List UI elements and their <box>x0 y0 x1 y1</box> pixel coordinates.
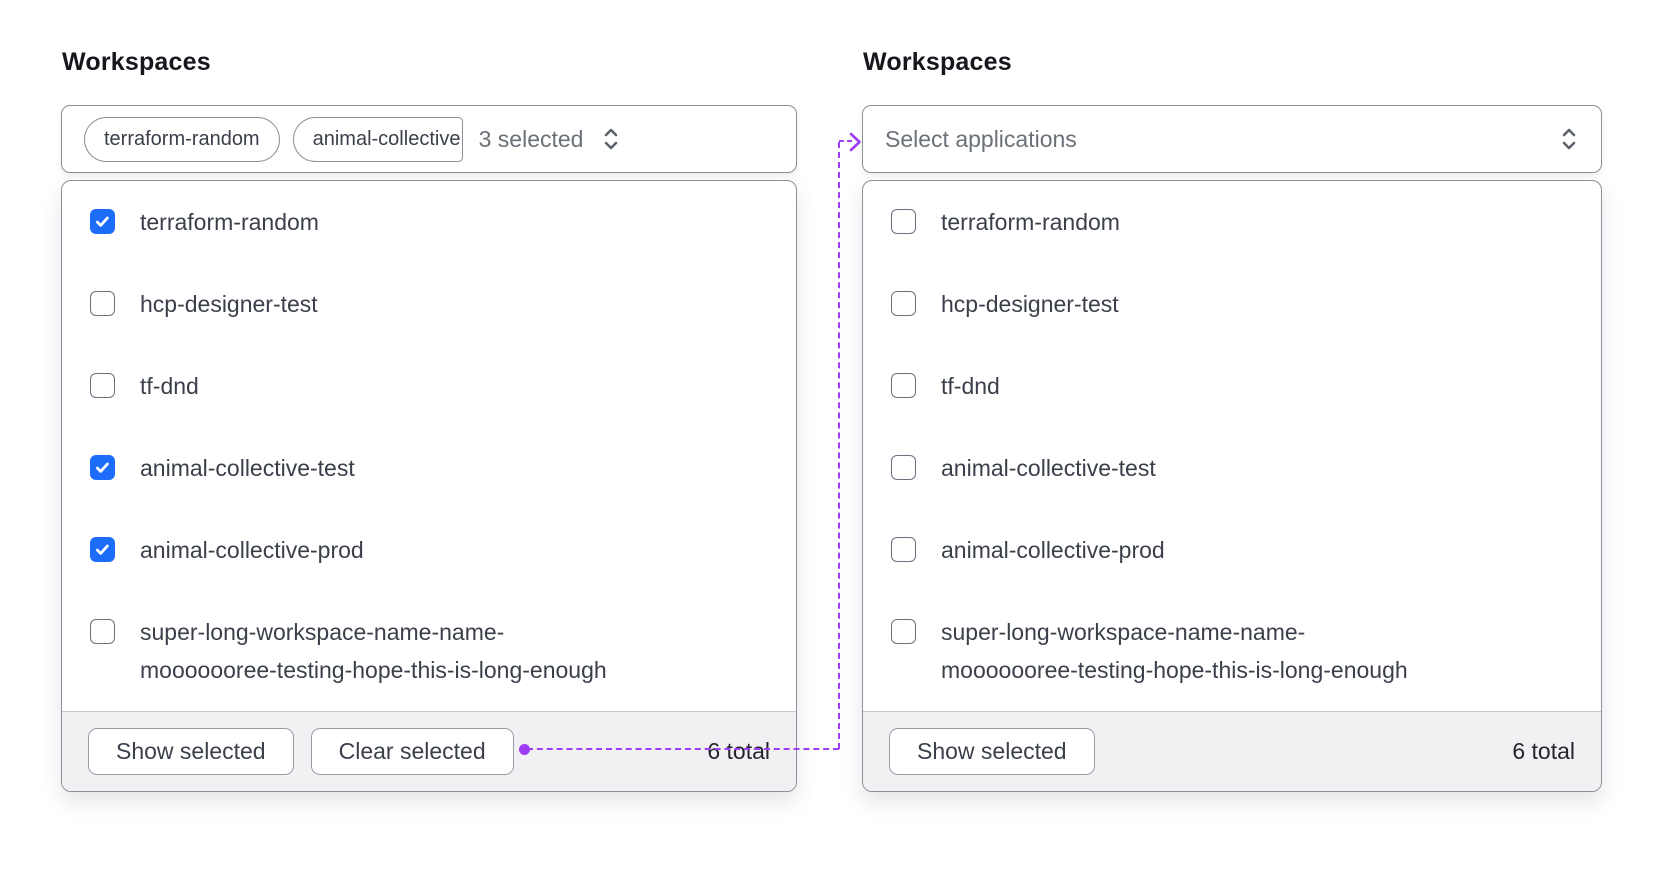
multiselect-trigger[interactable]: Select applications <box>862 105 1602 173</box>
option-label: terraform-random <box>941 209 1120 235</box>
checkbox[interactable] <box>891 619 916 644</box>
selected-count: 3 selected <box>478 125 584 152</box>
caret-updown-icon <box>601 126 621 152</box>
list-option[interactable]: tf-dnd <box>62 345 796 427</box>
checkbox[interactable] <box>90 373 115 398</box>
listbox-footer: Show selected Clear selected 6 total <box>62 711 796 791</box>
list-option[interactable]: animal-collective-prod <box>863 509 1601 591</box>
check-icon <box>96 462 109 473</box>
listbox-footer: Show selected 6 total <box>863 711 1601 791</box>
total-count: 6 total <box>1512 738 1575 764</box>
checkbox[interactable] <box>90 537 115 562</box>
selected-tag: terraform-random <box>84 116 280 162</box>
list-option[interactable]: terraform-random <box>863 181 1601 263</box>
options-listbox: terraform-random hcp-designer-test tf-dn… <box>61 180 797 792</box>
connector-arrowhead-icon <box>849 132 862 157</box>
show-selected-button[interactable]: Show selected <box>88 728 294 775</box>
workspaces-label: Workspaces <box>863 48 1012 76</box>
list-option[interactable]: super-long-workspace-name-name-moooooore… <box>62 591 796 711</box>
options-list: terraform-random hcp-designer-test tf-dn… <box>863 181 1601 711</box>
show-selected-button[interactable]: Show selected <box>889 728 1095 775</box>
list-option[interactable]: hcp-designer-test <box>863 263 1601 345</box>
checkbox[interactable] <box>90 619 115 644</box>
checkbox[interactable] <box>891 291 916 316</box>
list-option[interactable]: super-long-workspace-name-name-moooooore… <box>863 591 1601 711</box>
checkbox[interactable] <box>90 291 115 316</box>
total-count: 6 total <box>707 738 770 764</box>
checkbox[interactable] <box>90 209 115 234</box>
checkbox[interactable] <box>891 209 916 234</box>
checkbox[interactable] <box>90 455 115 480</box>
list-option[interactable]: hcp-designer-test <box>62 263 796 345</box>
connector-line-vertical <box>838 142 840 749</box>
trigger-placeholder: Select applications <box>885 125 1077 152</box>
option-label: terraform-random <box>140 209 319 235</box>
option-label: tf-dnd <box>941 373 1000 399</box>
checkbox[interactable] <box>891 373 916 398</box>
option-label: super-long-workspace-name-name-moooooore… <box>941 619 1408 683</box>
option-label: animal-collective-test <box>941 455 1156 481</box>
list-option[interactable]: animal-collective-prod <box>62 509 796 591</box>
connector-line-top <box>839 140 852 142</box>
checkbox[interactable] <box>891 455 916 480</box>
checkbox[interactable] <box>891 537 916 562</box>
clear-selected-button[interactable]: Clear selected <box>310 728 514 775</box>
option-label: animal-collective-test <box>140 455 355 481</box>
multiselect-trigger[interactable]: terraform-random animal-collective 3 sel… <box>61 105 797 173</box>
option-label: animal-collective-prod <box>941 537 1165 563</box>
check-icon <box>96 216 109 227</box>
options-list: terraform-random hcp-designer-test tf-dn… <box>62 181 796 711</box>
selected-tag-clipped: animal-collective <box>292 116 463 162</box>
list-option[interactable]: animal-collective-test <box>863 427 1601 509</box>
option-label: hcp-designer-test <box>941 291 1119 317</box>
option-label: animal-collective-prod <box>140 537 364 563</box>
option-label: super-long-workspace-name-name-moooooore… <box>140 619 607 683</box>
workspaces-label: Workspaces <box>62 48 211 76</box>
list-option[interactable]: animal-collective-test <box>62 427 796 509</box>
option-label: tf-dnd <box>140 373 199 399</box>
list-option[interactable]: terraform-random <box>62 181 796 263</box>
options-listbox: terraform-random hcp-designer-test tf-dn… <box>862 180 1602 792</box>
check-icon <box>96 544 109 555</box>
caret-updown-icon <box>1559 126 1579 152</box>
option-label: hcp-designer-test <box>140 291 318 317</box>
list-option[interactable]: tf-dnd <box>863 345 1601 427</box>
